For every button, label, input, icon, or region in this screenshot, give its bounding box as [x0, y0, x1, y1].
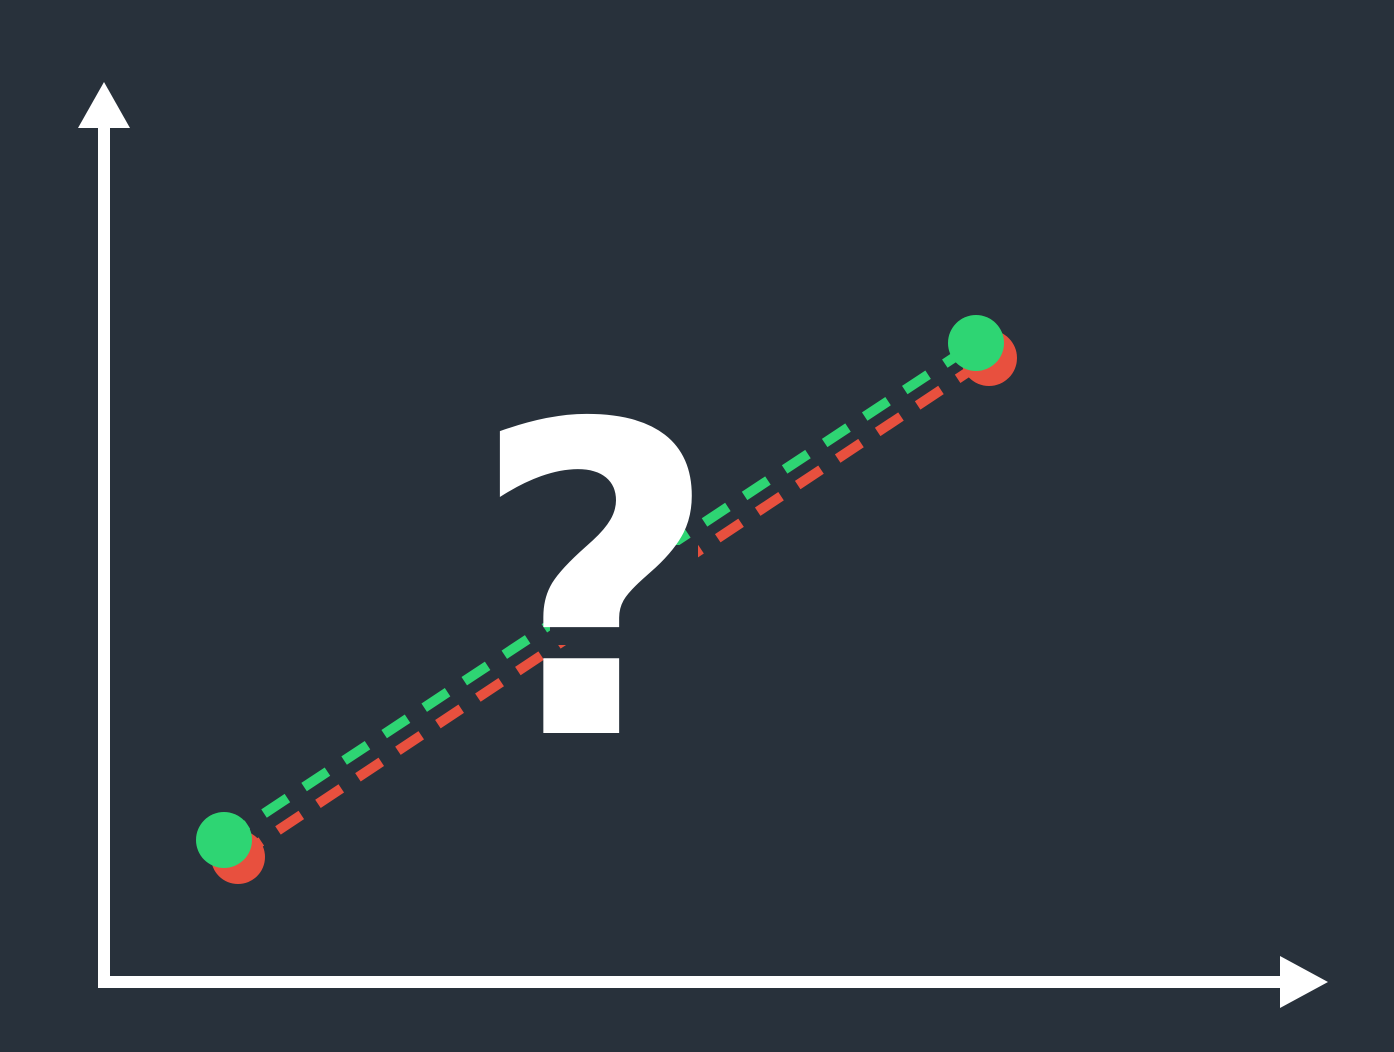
- question-mark-icon: ?: [470, 335, 720, 835]
- diagram-canvas: ?: [0, 0, 1394, 1052]
- y-axis-arrowhead-icon: [78, 82, 130, 128]
- green-end-point: [948, 315, 1004, 371]
- green-start-point: [196, 812, 252, 868]
- x-axis-arrowhead-icon: [1280, 956, 1328, 1008]
